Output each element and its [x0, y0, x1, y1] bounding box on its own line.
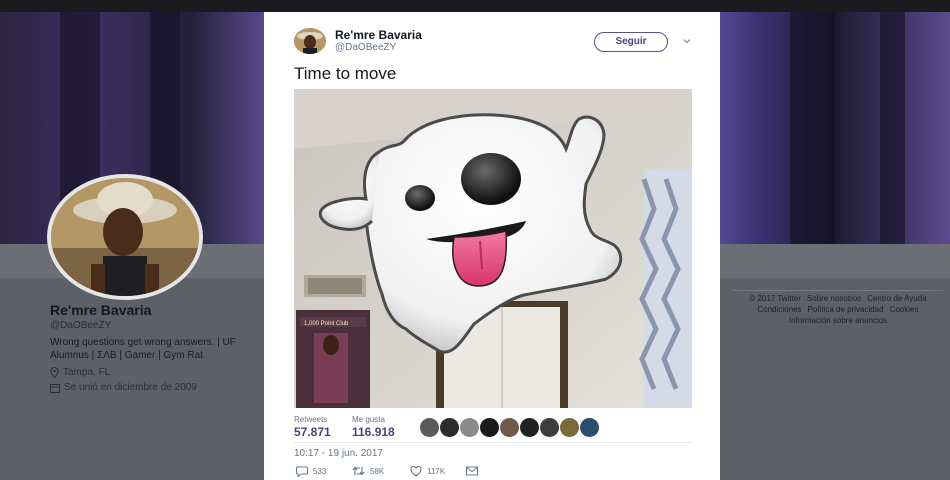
profile-location: Tampa, FL	[50, 367, 110, 378]
retweet-icon	[352, 466, 365, 476]
tweet-actions: 533 58K 117K	[294, 466, 692, 480]
profile-avatar[interactable]	[47, 174, 203, 300]
liker-avatar[interactable]	[440, 418, 459, 437]
footer-link-privacy[interactable]: Política de privacidad	[808, 305, 884, 314]
retweet-button[interactable]: 58K	[352, 466, 384, 476]
follow-button[interactable]: Seguir	[594, 32, 668, 52]
footer-link-ads[interactable]: Información sobre anuncios	[789, 316, 887, 325]
like-short-count: 117K	[427, 467, 446, 476]
retweets-label: Retweets	[294, 415, 328, 424]
profile-joined: Se unió en diciembre de 2009	[50, 382, 197, 393]
footer-copyright: © 2017 Twitter	[749, 294, 801, 303]
liker-avatar[interactable]	[480, 418, 499, 437]
tweet-author-name[interactable]: Re'mre Bavaria	[335, 28, 422, 42]
liker-avatar[interactable]	[540, 418, 559, 437]
tweet-author-handle[interactable]: @DaOBeeZY	[335, 42, 396, 53]
liker-avatar[interactable]	[520, 418, 539, 437]
reply-count: 533	[313, 467, 327, 476]
heart-icon	[410, 466, 422, 477]
retweet-short-count: 58K	[370, 466, 385, 476]
likes-stat[interactable]: Me gusta 116.918	[352, 415, 395, 439]
tweet-author-avatar[interactable]	[294, 28, 326, 54]
reply-button[interactable]: 533	[296, 466, 326, 477]
poster-text: 1,000 Point Club	[304, 321, 349, 327]
tweet-timestamp[interactable]: 10:17 - 19 jun. 2017	[294, 448, 383, 459]
footer-link-cookies[interactable]: Cookies	[890, 305, 919, 314]
tweet-text: Time to move	[294, 64, 397, 83]
profile-bio: Wrong questions get wrong answers. | UF …	[50, 337, 236, 361]
like-button[interactable]: 117K	[410, 466, 445, 477]
liker-avatar[interactable]	[460, 418, 479, 437]
message-icon	[466, 466, 478, 476]
chevron-down-icon[interactable]	[682, 36, 692, 46]
likes-label: Me gusta	[352, 415, 385, 424]
likes-count: 116.918	[352, 425, 395, 439]
tweet-photo[interactable]: 1,000 Point Club	[294, 89, 692, 408]
footer-link-terms[interactable]: Condiciones	[758, 305, 802, 314]
footer-links: © 2017 Twitter Sobre nosotros Centro de Ay…	[733, 290, 943, 331]
tweet-stats: Retweets 57.871 Me gusta 116.918	[294, 412, 692, 443]
retweet-stat[interactable]: Retweets 57.871	[294, 415, 331, 439]
footer-link-about[interactable]: Sobre nosotros	[807, 294, 861, 303]
retweets-count: 57.871	[294, 425, 331, 439]
calendar-icon	[50, 383, 60, 393]
direct-message-button[interactable]	[466, 466, 478, 476]
profile-name[interactable]: Re'mre Bavaria	[50, 302, 151, 318]
profile-handle[interactable]: @DaOBeeZY	[50, 320, 111, 331]
joined-text: Se unió en diciembre de 2009	[64, 382, 197, 393]
liker-avatars	[420, 418, 599, 437]
liker-avatar[interactable]	[420, 418, 439, 437]
reply-icon	[296, 466, 308, 477]
top-bar	[0, 0, 950, 12]
liker-avatar[interactable]	[560, 418, 579, 437]
location-pin-icon	[50, 367, 59, 378]
liker-avatar[interactable]	[580, 418, 599, 437]
footer-link-help[interactable]: Centro de Ayuda	[867, 294, 926, 303]
location-text: Tampa, FL	[63, 367, 111, 378]
liker-avatar[interactable]	[500, 418, 519, 437]
tweet-modal: Re'mre Bavaria @DaOBeeZY Seguir Time to …	[264, 12, 720, 480]
